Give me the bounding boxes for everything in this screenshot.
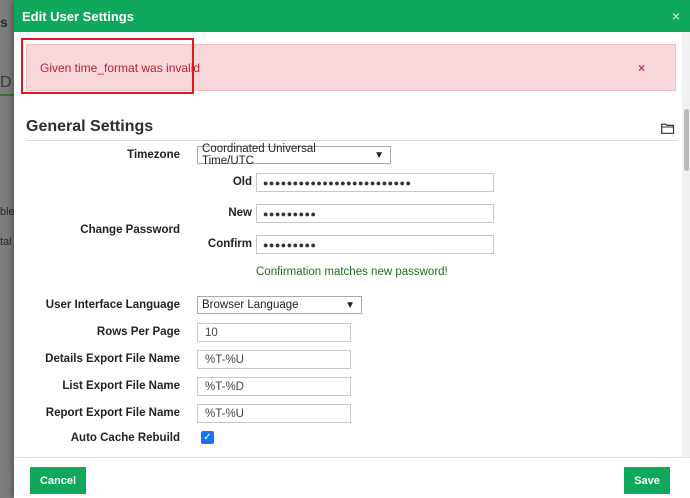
list-export-label: List Export File Name [62, 380, 180, 392]
error-message: Given time_format was invalid [40, 60, 201, 75]
old-password-label: Old [232, 176, 252, 188]
new-password-field[interactable]: ●●●●●●●●● [256, 204, 494, 223]
change-password-label: Change Password [80, 224, 180, 236]
scrollbar[interactable] [682, 32, 690, 457]
report-export-field[interactable]: %T-%U [197, 404, 351, 423]
chevron-down-icon: ▼ [374, 149, 384, 161]
section-title: General Settings [26, 118, 154, 135]
rows-per-page-field[interactable]: 10 [197, 323, 351, 342]
background-tab-underline [0, 94, 14, 96]
background-text-fragment: tal [0, 236, 12, 248]
dialog-footer: Cancel Save [14, 457, 690, 498]
chevron-down-icon: ▼ [345, 299, 355, 311]
password-confirmation-message: Confirmation matches new password! [256, 266, 448, 278]
scrollbar-thumb[interactable] [684, 109, 689, 171]
edit-user-settings-dialog: Edit User Settings × Given time_format w… [14, 0, 690, 498]
background-text-fragment: s [0, 14, 8, 30]
report-export-label: Report Export File Name [45, 407, 180, 419]
save-button[interactable]: Save [624, 467, 670, 494]
section-divider [26, 140, 678, 141]
dialog-header: Edit User Settings × [14, 0, 690, 32]
list-export-field[interactable]: %T-%D [197, 377, 351, 396]
background-page: s D ble tal [0, 0, 14, 498]
dialog-title: Edit User Settings [22, 8, 134, 24]
cancel-button[interactable]: Cancel [30, 467, 86, 494]
error-alert: Given time_format was invalid × [26, 44, 676, 91]
auto-cache-label: Auto Cache Rebuild [70, 432, 180, 444]
details-export-label: Details Export File Name [45, 353, 180, 365]
details-export-field[interactable]: %T-%U [197, 350, 351, 369]
language-value: Browser Language [202, 299, 299, 311]
background-text-fragment: ble [0, 206, 14, 218]
alert-close-icon[interactable]: × [638, 61, 645, 75]
timezone-label: Timezone [127, 149, 180, 161]
language-select[interactable]: Browser Language ▼ [197, 296, 362, 314]
timezone-value: Coordinated Universal Time/UTC [202, 143, 316, 167]
dialog-body[interactable]: Given time_format was invalid × General … [14, 32, 690, 457]
rows-per-page-label: Rows Per Page [96, 326, 180, 338]
close-icon[interactable]: × [672, 8, 680, 24]
timezone-select[interactable]: Coordinated Universal Time/UTC ▼ [197, 143, 391, 167]
folder-icon[interactable] [661, 123, 675, 134]
auto-cache-checkbox[interactable]: ✓ [201, 431, 214, 444]
background-tab-fragment: D [0, 74, 12, 91]
new-password-label: New [228, 207, 252, 219]
confirm-password-field[interactable]: ●●●●●●●●● [256, 235, 494, 254]
old-password-field[interactable]: ●●●●●●●●●●●●●●●●●●●●●●●●● [256, 173, 494, 192]
language-label: User Interface Language [45, 299, 180, 311]
confirm-password-label: Confirm [207, 238, 252, 250]
